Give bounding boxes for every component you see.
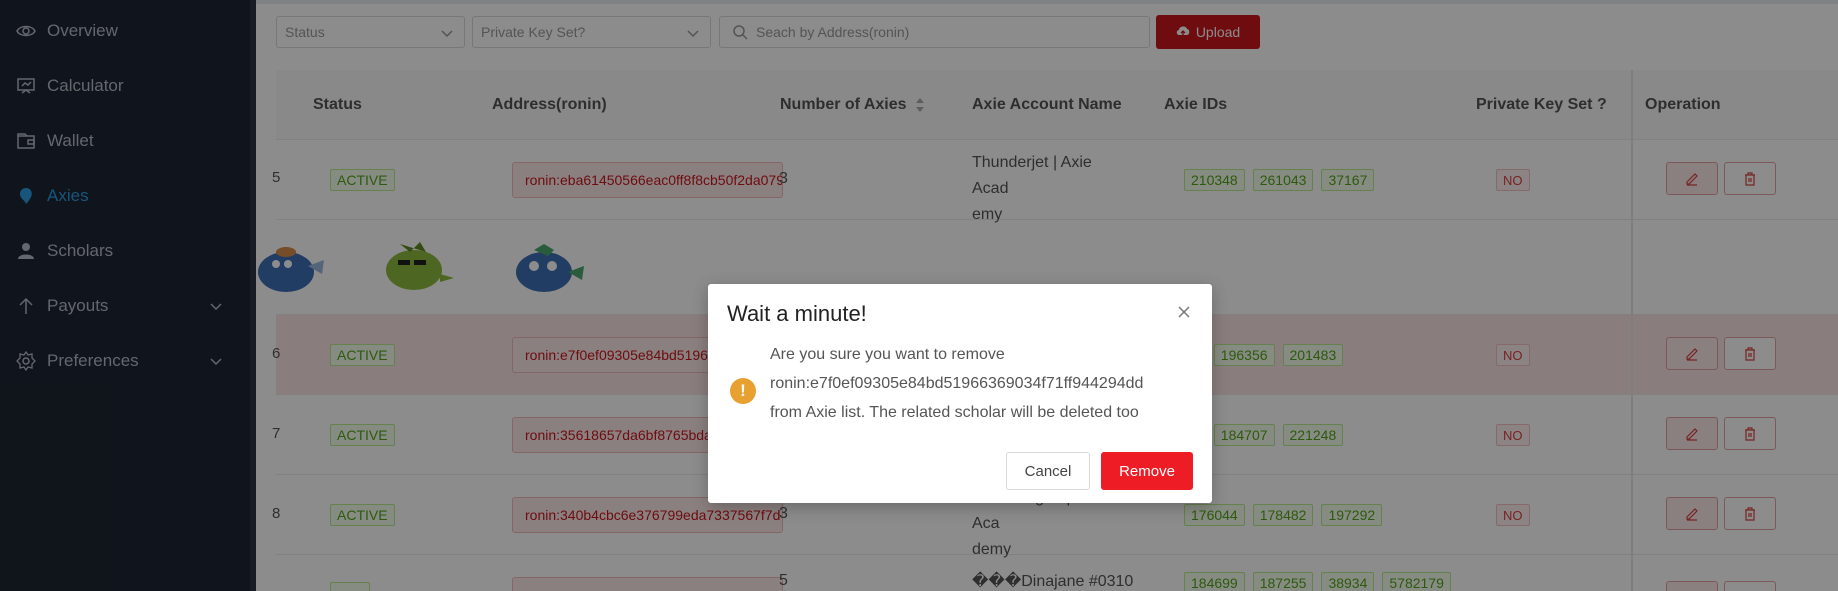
dialog-message: Are you sure you want to remove ronin:e7… <box>770 340 1190 427</box>
dialog-title: Wait a minute! <box>727 301 867 326</box>
close-icon[interactable] <box>1174 302 1194 322</box>
dialog-message-line: Are you sure you want to remove <box>770 346 1005 363</box>
dialog-message-line: ronin:e7f0ef09305e84bd51966369034f71ff94… <box>770 375 1144 392</box>
confirm-dialog: Wait a minute! ! Are you sure you want t… <box>708 284 1212 503</box>
remove-button[interactable]: Remove <box>1101 452 1193 490</box>
warning-icon: ! <box>730 378 756 404</box>
cancel-button[interactable]: Cancel <box>1006 452 1090 490</box>
dialog-message-line: from Axie list. The related scholar will… <box>770 404 1139 421</box>
